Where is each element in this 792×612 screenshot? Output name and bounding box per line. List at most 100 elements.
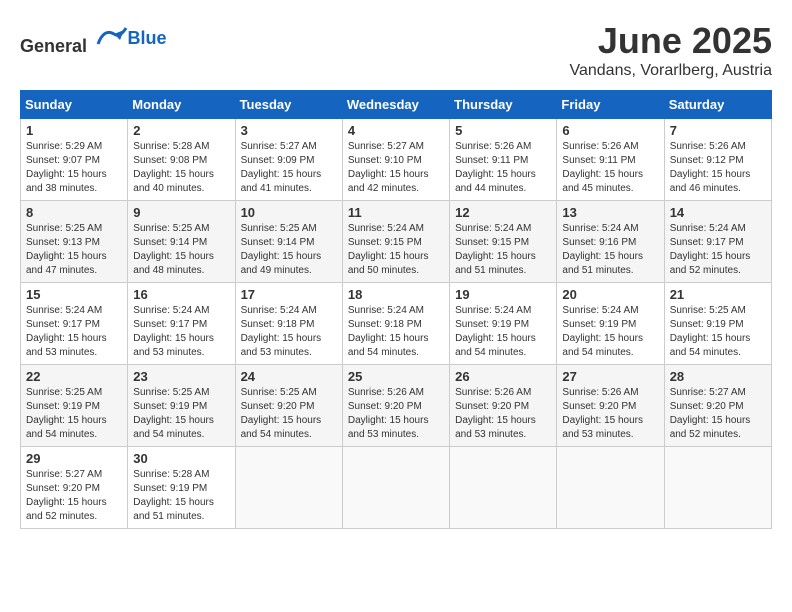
table-row xyxy=(342,447,449,529)
cell-text: Sunrise: 5:26 AM Sunset: 9:11 PM Dayligh… xyxy=(562,140,658,196)
cell-text: Sunrise: 5:27 AM Sunset: 9:10 PM Dayligh… xyxy=(348,140,444,196)
cell-text: Sunrise: 5:25 AM Sunset: 9:19 PM Dayligh… xyxy=(26,386,122,442)
day-number: 14 xyxy=(670,205,766,220)
month-title: June 2025 xyxy=(570,20,773,62)
cell-text: Sunrise: 5:24 AM Sunset: 9:18 PM Dayligh… xyxy=(241,304,337,360)
table-row xyxy=(557,447,664,529)
table-row: 24 Sunrise: 5:25 AM Sunset: 9:20 PM Dayli… xyxy=(235,365,342,447)
weekday-header-sunday: Sunday xyxy=(21,91,128,119)
table-row: 21 Sunrise: 5:25 AM Sunset: 9:19 PM Dayli… xyxy=(664,283,771,365)
weekday-header-monday: Monday xyxy=(128,91,235,119)
cell-text: Sunrise: 5:26 AM Sunset: 9:20 PM Dayligh… xyxy=(455,386,551,442)
day-number: 25 xyxy=(348,369,444,384)
table-row xyxy=(664,447,771,529)
table-row: 1Sunrise: 5:29 AM Sunset: 9:07 PM Daylig… xyxy=(21,119,128,201)
cell-text: Sunrise: 5:24 AM Sunset: 9:19 PM Dayligh… xyxy=(455,304,551,360)
cell-text: Sunrise: 5:24 AM Sunset: 9:17 PM Dayligh… xyxy=(26,304,122,360)
logo: General Blue xyxy=(20,20,167,57)
day-number: 4 xyxy=(348,123,444,138)
cell-text: Sunrise: 5:25 AM Sunset: 9:14 PM Dayligh… xyxy=(133,222,229,278)
location-title: Vandans, Vorarlberg, Austria xyxy=(570,62,773,80)
weekday-header-row: SundayMondayTuesdayWednesdayThursdayFrid… xyxy=(21,91,772,119)
table-row: 17 Sunrise: 5:24 AM Sunset: 9:18 PM Dayli… xyxy=(235,283,342,365)
calendar-week-4: 22Sunrise: 5:25 AM Sunset: 9:19 PM Dayli… xyxy=(21,365,772,447)
table-row: 14 Sunrise: 5:24 AM Sunset: 9:17 PM Dayli… xyxy=(664,201,771,283)
day-number: 30 xyxy=(133,451,229,466)
table-row: 30 Sunrise: 5:28 AM Sunset: 9:19 PM Dayli… xyxy=(128,447,235,529)
calendar-week-2: 8 Sunrise: 5:25 AM Sunset: 9:13 PM Daylig… xyxy=(21,201,772,283)
cell-text: Sunrise: 5:26 AM Sunset: 9:11 PM Dayligh… xyxy=(455,140,551,196)
cell-text: Sunrise: 5:24 AM Sunset: 9:15 PM Dayligh… xyxy=(348,222,444,278)
logo-blue: Blue xyxy=(128,28,167,49)
cell-text: Sunrise: 5:27 AM Sunset: 9:20 PM Dayligh… xyxy=(670,386,766,442)
calendar-week-3: 15Sunrise: 5:24 AM Sunset: 9:17 PM Dayli… xyxy=(21,283,772,365)
day-number: 16 xyxy=(133,287,229,302)
table-row: 2 Sunrise: 5:28 AM Sunset: 9:08 PM Daylig… xyxy=(128,119,235,201)
cell-text: Sunrise: 5:24 AM Sunset: 9:19 PM Dayligh… xyxy=(562,304,658,360)
table-row: 16 Sunrise: 5:24 AM Sunset: 9:17 PM Dayli… xyxy=(128,283,235,365)
table-row: 19Sunrise: 5:24 AM Sunset: 9:19 PM Dayli… xyxy=(450,283,557,365)
day-number: 3 xyxy=(241,123,337,138)
day-number: 7 xyxy=(670,123,766,138)
day-number: 6 xyxy=(562,123,658,138)
cell-text: Sunrise: 5:24 AM Sunset: 9:17 PM Dayligh… xyxy=(670,222,766,278)
table-row: 13Sunrise: 5:24 AM Sunset: 9:16 PM Dayli… xyxy=(557,201,664,283)
table-row: 22Sunrise: 5:25 AM Sunset: 9:19 PM Dayli… xyxy=(21,365,128,447)
day-number: 27 xyxy=(562,369,658,384)
weekday-header-tuesday: Tuesday xyxy=(235,91,342,119)
day-number: 28 xyxy=(670,369,766,384)
day-number: 21 xyxy=(670,287,766,302)
cell-text: Sunrise: 5:25 AM Sunset: 9:13 PM Dayligh… xyxy=(26,222,122,278)
title-area: June 2025 Vandans, Vorarlberg, Austria xyxy=(570,20,773,80)
day-number: 17 xyxy=(241,287,337,302)
weekday-header-saturday: Saturday xyxy=(664,91,771,119)
table-row: 27 Sunrise: 5:26 AM Sunset: 9:20 PM Dayli… xyxy=(557,365,664,447)
day-number: 29 xyxy=(26,451,122,466)
table-row: 9Sunrise: 5:25 AM Sunset: 9:14 PM Daylig… xyxy=(128,201,235,283)
table-row: 23 Sunrise: 5:25 AM Sunset: 9:19 PM Dayli… xyxy=(128,365,235,447)
table-row: 29 Sunrise: 5:27 AM Sunset: 9:20 PM Dayli… xyxy=(21,447,128,529)
cell-text: Sunrise: 5:24 AM Sunset: 9:17 PM Dayligh… xyxy=(133,304,229,360)
cell-text: Sunrise: 5:25 AM Sunset: 9:19 PM Dayligh… xyxy=(670,304,766,360)
day-number: 2 xyxy=(133,123,229,138)
cell-text: Sunrise: 5:28 AM Sunset: 9:19 PM Dayligh… xyxy=(133,468,229,524)
table-row: 25Sunrise: 5:26 AM Sunset: 9:20 PM Dayli… xyxy=(342,365,449,447)
cell-text: Sunrise: 5:26 AM Sunset: 9:12 PM Dayligh… xyxy=(670,140,766,196)
calendar-week-1: 1Sunrise: 5:29 AM Sunset: 9:07 PM Daylig… xyxy=(21,119,772,201)
table-row: 4 Sunrise: 5:27 AM Sunset: 9:10 PM Daylig… xyxy=(342,119,449,201)
day-number: 24 xyxy=(241,369,337,384)
day-number: 11 xyxy=(348,205,444,220)
cell-text: Sunrise: 5:28 AM Sunset: 9:08 PM Dayligh… xyxy=(133,140,229,196)
table-row: 6 Sunrise: 5:26 AM Sunset: 9:11 PM Daylig… xyxy=(557,119,664,201)
weekday-header-wednesday: Wednesday xyxy=(342,91,449,119)
cell-text: Sunrise: 5:25 AM Sunset: 9:14 PM Dayligh… xyxy=(241,222,337,278)
day-number: 26 xyxy=(455,369,551,384)
table-row xyxy=(450,447,557,529)
table-row: 11 Sunrise: 5:24 AM Sunset: 9:15 PM Dayli… xyxy=(342,201,449,283)
day-number: 23 xyxy=(133,369,229,384)
cell-text: Sunrise: 5:26 AM Sunset: 9:20 PM Dayligh… xyxy=(562,386,658,442)
table-row: 26 Sunrise: 5:26 AM Sunset: 9:20 PM Dayli… xyxy=(450,365,557,447)
calendar-body: 1Sunrise: 5:29 AM Sunset: 9:07 PM Daylig… xyxy=(21,119,772,529)
table-row: 12 Sunrise: 5:24 AM Sunset: 9:15 PM Dayli… xyxy=(450,201,557,283)
cell-text: Sunrise: 5:27 AM Sunset: 9:20 PM Dayligh… xyxy=(26,468,122,524)
table-row: 3 Sunrise: 5:27 AM Sunset: 9:09 PM Daylig… xyxy=(235,119,342,201)
table-row: 18Sunrise: 5:24 AM Sunset: 9:18 PM Dayli… xyxy=(342,283,449,365)
day-number: 18 xyxy=(348,287,444,302)
logo-general: General xyxy=(20,36,87,56)
table-row: 28 Sunrise: 5:27 AM Sunset: 9:20 PM Dayli… xyxy=(664,365,771,447)
cell-text: Sunrise: 5:27 AM Sunset: 9:09 PM Dayligh… xyxy=(241,140,337,196)
cell-text: Sunrise: 5:25 AM Sunset: 9:19 PM Dayligh… xyxy=(133,386,229,442)
table-row: 5Sunrise: 5:26 AM Sunset: 9:11 PM Daylig… xyxy=(450,119,557,201)
day-number: 12 xyxy=(455,205,551,220)
day-number: 10 xyxy=(241,205,337,220)
table-row: 7 Sunrise: 5:26 AM Sunset: 9:12 PM Daylig… xyxy=(664,119,771,201)
cell-text: Sunrise: 5:29 AM Sunset: 9:07 PM Dayligh… xyxy=(26,140,122,196)
cell-text: Sunrise: 5:24 AM Sunset: 9:16 PM Dayligh… xyxy=(562,222,658,278)
cell-text: Sunrise: 5:25 AM Sunset: 9:20 PM Dayligh… xyxy=(241,386,337,442)
table-row: 15Sunrise: 5:24 AM Sunset: 9:17 PM Dayli… xyxy=(21,283,128,365)
header: General Blue June 2025 Vandans, Vorarlbe… xyxy=(20,20,772,80)
weekday-header-thursday: Thursday xyxy=(450,91,557,119)
cell-text: Sunrise: 5:24 AM Sunset: 9:15 PM Dayligh… xyxy=(455,222,551,278)
day-number: 8 xyxy=(26,205,122,220)
